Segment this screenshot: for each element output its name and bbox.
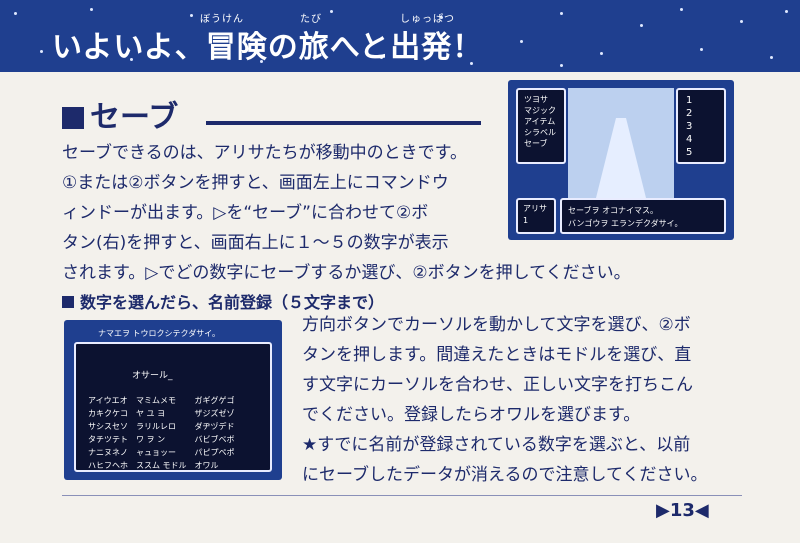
name-entry-paragraph: 方向ボタンでカーソルを動かして文字を選び、②ボ タンを押します。間違えたときはモ… [302, 310, 722, 490]
grid-cell: サシスセソ [88, 422, 128, 431]
text-line: タンを押します。間違えたときはモドルを選び、直 [302, 345, 692, 365]
game-screenshot-name-entry: ナマエヲ トウロクシテクダサイ。 オサール_ アイウエオ マミムメモ ガギグゲゴ… [64, 320, 282, 480]
grid-cell: オワル [194, 461, 219, 470]
slot-number: 5 [686, 147, 693, 158]
name-field: オサール_ [132, 371, 173, 381]
grid-row: ハヒフヘホ ススム モドル オワル [84, 459, 239, 472]
road-shape [596, 118, 646, 198]
text-line: ィンドーが出ます。▷を“セーブ”に合わせて②ボ [62, 203, 429, 223]
grid-row: タチツテト ワ ヲ ン バビブベボ [84, 433, 239, 446]
grid-cell: ヤ ユ ヨ [136, 409, 166, 418]
command-item: セーブ [524, 139, 548, 148]
grid-cell: ハヒフヘホ [88, 461, 128, 470]
instructions-paragraph: セーブできるのは、アリサたちが移動中のときです。 ①または②ボタンを押すと、画面… [62, 138, 502, 258]
header-banner: ぼうけん たび しゅっぱつ いよいよ、冒険の旅へと出発！ [0, 0, 800, 72]
scene-view [568, 88, 674, 198]
text-line: タン(右)を押すと、画面右上に１～５の数字が表示 [62, 233, 449, 253]
character-grid: アイウエオ マミムメモ ガギグゲゴ カキクケコ ヤ ユ ヨ ザジズゼゾ サシスセ… [84, 394, 239, 472]
save-slot-window: 1 2 3 4 5 [676, 88, 726, 164]
command-item: アイテム [524, 117, 556, 126]
name-prompt: ナマエヲ トウロクシテクダサイ。 [98, 329, 221, 338]
title-underline [206, 121, 481, 125]
text-line: ★すでに名前が登録されている数字を選ぶと、以前 [302, 435, 691, 455]
game-screenshot-save: ツヨサ マジック アイテム シラベル セーブ 1 2 3 4 5 アリサ 1 セ… [508, 80, 734, 240]
grid-cell: ザジズゼゾ [194, 409, 235, 418]
slot-number: 1 [686, 95, 693, 106]
grid-cell: タチツテト [88, 435, 128, 444]
grid-cell: マミムメモ [136, 396, 176, 405]
grid-cell: ワ ヲ ン [136, 435, 166, 444]
slot-number: 4 [686, 134, 693, 145]
message-window: セーブヲ オコナイマス。 バンゴウヲ エランデクダサイ。 [560, 198, 726, 234]
grid-row: ナニヌネノ ャュョッー パピプペポ [84, 446, 239, 459]
footer-divider [62, 495, 742, 496]
text-line: 方向ボタンでカーソルを動かして文字を選び、②ボ [302, 315, 691, 335]
page-number: ▶13◀ [656, 500, 709, 521]
grid-cell: パピプペポ [194, 448, 235, 457]
slot-number: 2 [686, 108, 693, 119]
command-item: マジック [524, 106, 556, 115]
name-entry-window: オサール_ アイウエオ マミムメモ ガギグゲゴ カキクケコ ヤ ユ ヨ ザジズゼ… [74, 342, 272, 472]
text-line: にセーブしたデータが消えるので注意してください。 [302, 465, 708, 485]
grid-cell: ナニヌネノ [88, 448, 128, 457]
grid-row: アイウエオ マミムメモ ガギグゲゴ [84, 394, 239, 407]
grid-cell: ダヂヅデド [194, 422, 235, 431]
text-line: セーブできるのは、アリサたちが移動中のときです。 [62, 143, 467, 163]
character-level: 1 [523, 216, 529, 225]
grid-cell: ラリルレロ [136, 422, 176, 431]
grid-row: サシスセソ ラリルレロ ダヂヅデド [84, 420, 239, 433]
character-name: アリサ [523, 204, 547, 213]
grid-cell: バビブベボ [194, 435, 235, 444]
message-line: セーブヲ オコナイマス。 [568, 206, 659, 215]
text-line: す文字にカーソルを合わせ、正しい文字を打ちこん [302, 375, 693, 395]
grid-cell: ススム モドル [136, 461, 187, 470]
command-item: シラベル [524, 128, 556, 137]
section-title-text: セーブ [90, 100, 179, 135]
grid-cell: アイウエオ [88, 396, 128, 405]
status-window: アリサ 1 [516, 198, 556, 234]
section-title: セーブ [62, 92, 178, 136]
banner-title: いよいよ、冒険の旅へと出発！ [52, 30, 484, 65]
text-line: ①または②ボタンを押すと、画面左上にコマンドウ [62, 173, 449, 193]
message-line: バンゴウヲ エランデクダサイ。 [568, 219, 683, 228]
grid-cell: ガギグゲゴ [194, 396, 235, 405]
command-window: ツヨサ マジック アイテム シラベル セーブ [516, 88, 566, 164]
grid-row: カキクケコ ヤ ユ ヨ ザジズゼゾ [84, 407, 239, 420]
text-line: でください。登録したらオワルを選びます。 [302, 405, 641, 425]
square-bullet-icon [62, 107, 84, 129]
command-item: ツヨサ [524, 95, 548, 104]
square-bullet-icon [62, 296, 74, 308]
slot-number: 3 [686, 121, 693, 132]
grid-cell: カキクケコ [88, 409, 128, 418]
text-line-last: されます。▷でどの数字にセーブするか選び、②ボタンを押してください。 [62, 263, 631, 283]
grid-cell: ャュョッー [136, 448, 176, 457]
